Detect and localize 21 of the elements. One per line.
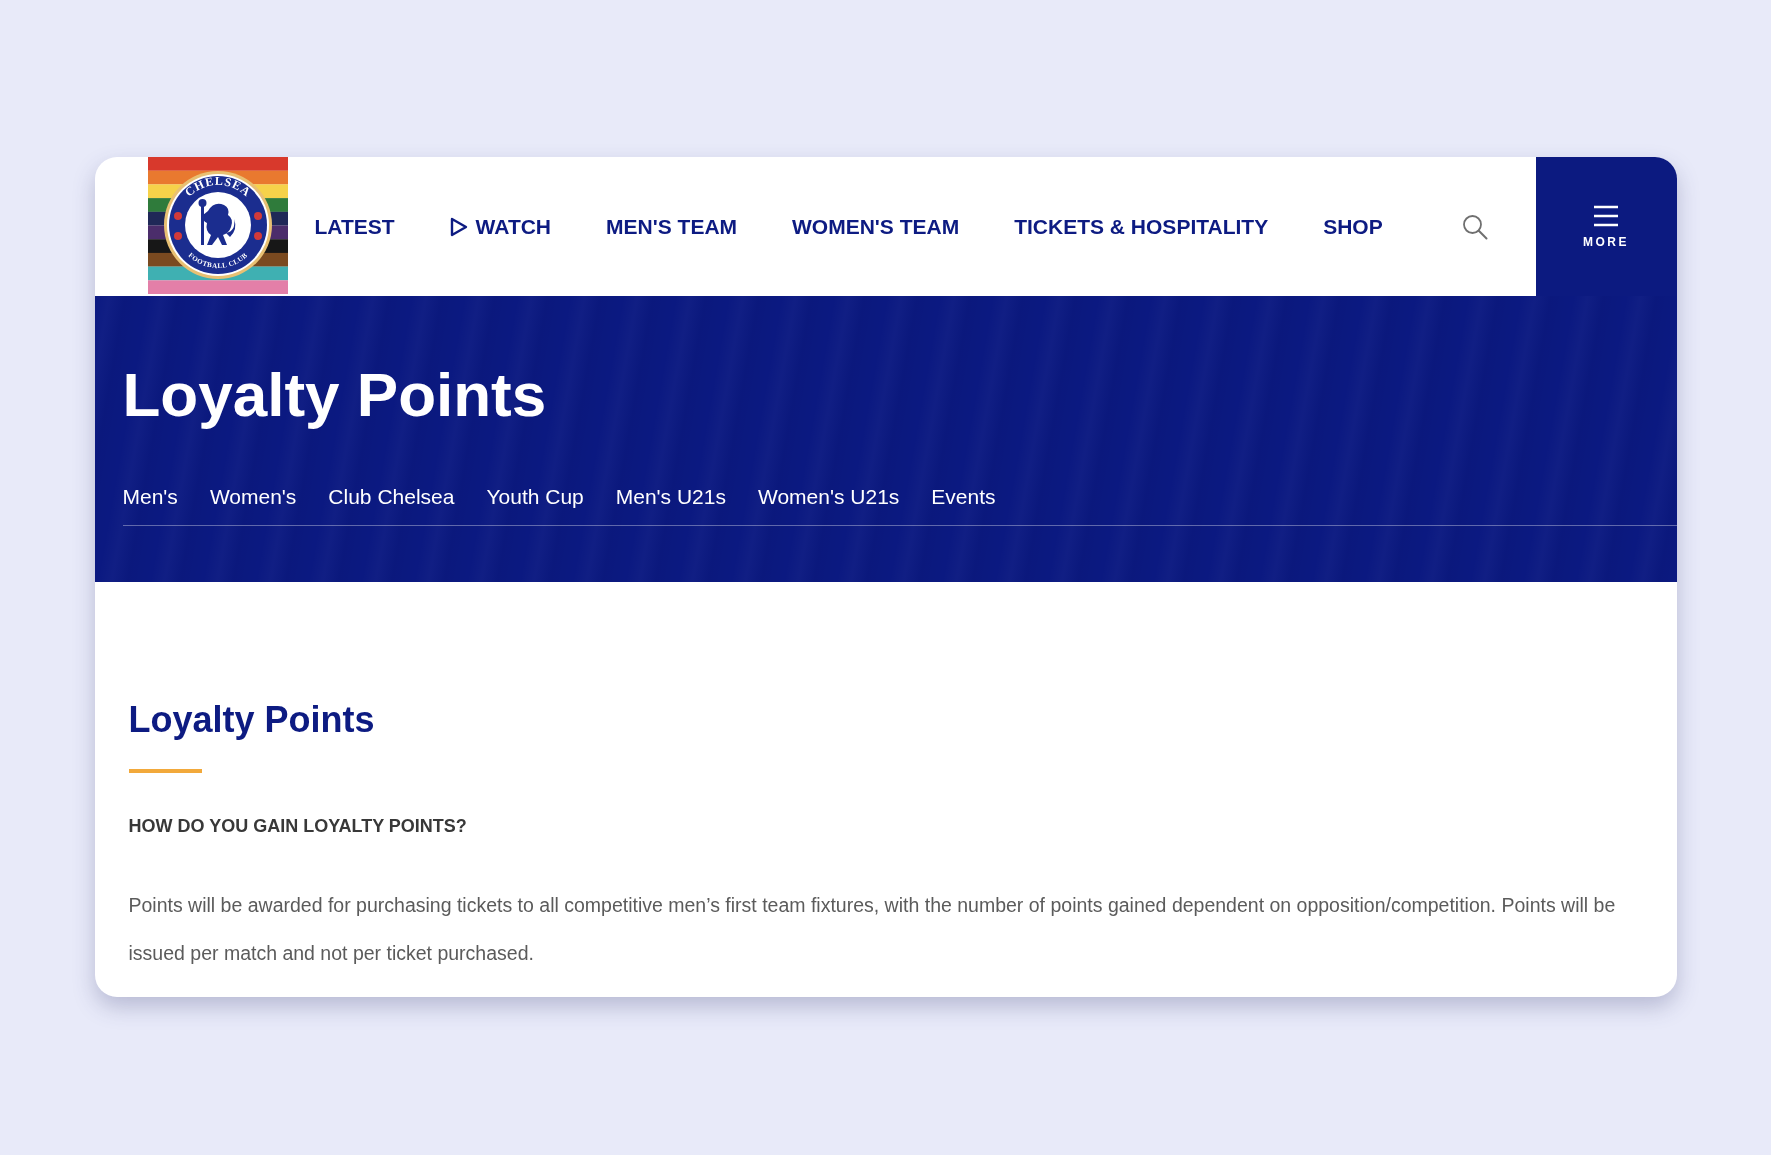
- section-tab[interactable]: Club Chelsea: [328, 484, 455, 515]
- nav-link[interactable]: SHOP: [1323, 214, 1383, 239]
- section-tab[interactable]: Women's U21s: [758, 484, 900, 515]
- more-button[interactable]: MORE: [1535, 157, 1677, 296]
- search-icon[interactable]: [1461, 213, 1488, 240]
- play-icon: [449, 216, 468, 237]
- subheading: HOW DO YOU GAIN LOYALTY POINTS?: [128, 815, 468, 837]
- section-tab[interactable]: Women's: [209, 484, 297, 515]
- body-paragraph: Points will be awarded for purchasing tickets to all competitive men’s first team fixtures, with the number of points gained dependent on opposition/competition. Points will be issued per match and not per ticket purchased.: [128, 893, 1617, 966]
- section-tab[interactable]: Youth Cup: [486, 484, 584, 515]
- menu-icon: [1593, 204, 1619, 227]
- section-tab[interactable]: Men's U21s: [615, 484, 726, 515]
- page-title: Loyalty Points: [122, 359, 548, 431]
- nav-link[interactable]: MEN'S TEAM: [606, 214, 738, 239]
- section-heading: Loyalty Points: [128, 698, 376, 742]
- nav-link[interactable]: WATCH: [449, 214, 552, 239]
- section-tab[interactable]: Men's: [122, 484, 178, 515]
- nav-link[interactable]: TICKETS & HOSPITALITY: [1014, 214, 1269, 239]
- nav-link[interactable]: WOMEN'S TEAM: [792, 214, 960, 239]
- section-tab[interactable]: Events: [931, 484, 996, 515]
- nav-link[interactable]: LATEST: [314, 214, 395, 239]
